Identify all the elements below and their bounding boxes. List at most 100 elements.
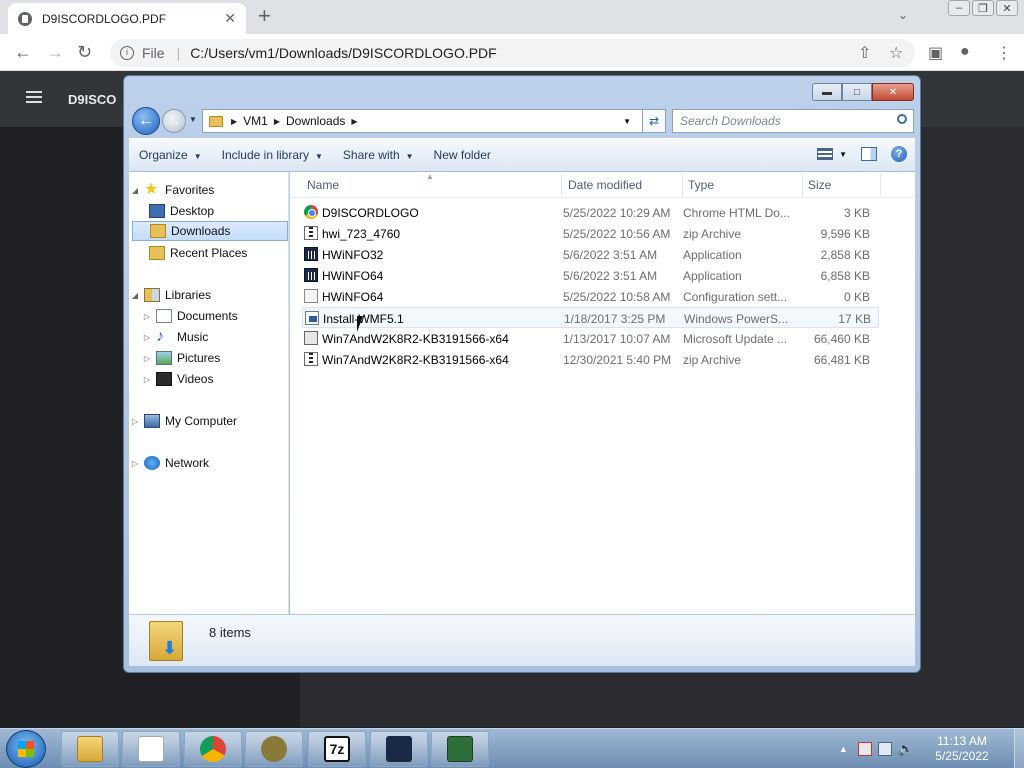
browser-tab[interactable]: D9ISCORDLOGO.PDF ✕: [8, 3, 246, 34]
file-row[interactable]: HWiNFO64 5/6/2022 3:51 AM Application 6,…: [302, 265, 879, 286]
breadcrumb-downloads[interactable]: Downloads: [286, 114, 345, 128]
organize-button[interactable]: Organize ▼: [129, 148, 212, 162]
bookmark-star-icon[interactable]: ☆: [889, 43, 903, 63]
file-row[interactable]: hwi_723_4760 5/25/2022 10:56 AM zip Arch…: [302, 223, 879, 244]
nav-downloads[interactable]: Downloads: [132, 221, 288, 241]
browser-tab-strip: D9ISCORDLOGO.PDF ✕ + ⌄ – ❐ ✕: [0, 0, 1024, 34]
explorer-maximize-button[interactable]: □: [842, 83, 872, 101]
explorer-address-bar[interactable]: ▶ VM1 ▶ Downloads ▶ ▼: [202, 109, 666, 133]
nav-pictures[interactable]: ▷ Pictures: [141, 348, 220, 368]
nav-recent-places[interactable]: Recent Places: [146, 243, 247, 263]
search-input[interactable]: Search Downloads: [672, 109, 914, 133]
breadcrumb-chevron-icon[interactable]: ▶: [231, 117, 237, 126]
file-row[interactable]: D9ISCORDLOGO 5/25/2022 10:29 AM Chrome H…: [302, 202, 879, 223]
expand-arrow-icon[interactable]: ▷: [141, 375, 153, 384]
breadcrumb-chevron-icon[interactable]: ▶: [274, 117, 280, 126]
file-row[interactable]: Win7AndW2K8R2-KB3191566-x64 12/30/2021 5…: [302, 349, 879, 370]
address-dropdown-icon[interactable]: ▼: [623, 117, 631, 126]
preview-pane-icon[interactable]: [861, 147, 877, 161]
restore-button[interactable]: ❐: [972, 0, 994, 16]
breadcrumb-vm1[interactable]: VM1: [243, 114, 268, 128]
side-panel-icon[interactable]: ▣: [928, 43, 943, 63]
network-icon: [144, 456, 160, 470]
taskbar-media-player[interactable]: [122, 731, 180, 767]
explorer-forward-button[interactable]: →: [162, 109, 186, 133]
nav-documents[interactable]: ▷ Documents: [141, 306, 238, 326]
refresh-button[interactable]: ⇄: [642, 109, 666, 133]
show-desktop-button[interactable]: [1014, 729, 1024, 768]
nav-desktop[interactable]: Desktop: [146, 201, 214, 221]
column-divider[interactable]: [561, 174, 562, 196]
collapse-arrow-icon[interactable]: ◢: [129, 291, 141, 300]
taskbar-explorer[interactable]: [61, 731, 119, 767]
include-in-library-button[interactable]: Include in library ▼: [212, 148, 333, 162]
view-dropdown-icon[interactable]: ▼: [839, 150, 847, 159]
chrome-icon: [304, 205, 318, 219]
tab-search-chevron-icon[interactable]: ⌄: [898, 8, 908, 22]
nav-favorites[interactable]: ◢ Favorites: [129, 180, 214, 200]
hamburger-menu-icon[interactable]: [26, 91, 42, 103]
nav-libraries[interactable]: ◢ Libraries: [129, 285, 211, 305]
expand-arrow-icon[interactable]: ▷: [129, 417, 141, 426]
minimize-button[interactable]: –: [948, 0, 970, 16]
taskbar-chrome[interactable]: [184, 731, 242, 767]
taskbar-7zip[interactable]: 7z: [308, 731, 366, 767]
collapse-arrow-icon[interactable]: ◢: [129, 186, 141, 195]
file-row[interactable]: HWiNFO64 5/25/2022 10:58 AM Configuratio…: [302, 286, 879, 307]
explorer-close-button[interactable]: ✕: [872, 83, 914, 101]
taskbar-hwinfo[interactable]: [370, 731, 428, 767]
nav-videos[interactable]: ▷ Videos: [141, 369, 213, 389]
show-hidden-icons-icon[interactable]: ▲: [839, 744, 848, 754]
volume-icon[interactable]: 🔈: [898, 741, 914, 757]
tab-close-icon[interactable]: ✕: [224, 10, 236, 27]
close-button[interactable]: ✕: [996, 0, 1018, 16]
column-name[interactable]: Name: [307, 178, 339, 192]
explorer-address-row: ← → ▼ ▶ VM1 ▶ Downloads ▶ ▼ ⇄ Search Dow…: [132, 107, 914, 135]
change-view-icon[interactable]: [817, 148, 834, 160]
expand-arrow-icon[interactable]: ▷: [141, 354, 153, 363]
address-bar[interactable]: i File | C:/Users/vm1/Downloads/D9ISCORD…: [110, 39, 915, 67]
info-icon[interactable]: i: [120, 46, 134, 60]
file-row-hovered[interactable]: Install-WMF5.1 1/18/2017 3:25 PM Windows…: [302, 307, 879, 328]
reload-icon[interactable]: ↻: [77, 42, 92, 62]
file-row[interactable]: HWiNFO32 5/6/2022 3:51 AM Application 2,…: [302, 244, 879, 265]
column-divider[interactable]: [802, 174, 803, 196]
column-divider[interactable]: [682, 174, 683, 196]
taskbar-monitor-app[interactable]: [431, 731, 489, 767]
breadcrumb-chevron-icon[interactable]: ▶: [351, 117, 357, 126]
network-tray-icon[interactable]: [877, 742, 892, 756]
history-dropdown-icon[interactable]: ▼: [189, 115, 197, 124]
column-date-modified[interactable]: Date modified: [568, 178, 642, 192]
expand-arrow-icon[interactable]: ▷: [129, 459, 141, 468]
file-row[interactable]: Win7AndW2K8R2-KB3191566-x64 1/13/2017 10…: [302, 328, 879, 349]
forward-arrow-icon[interactable]: →: [46, 42, 64, 62]
menu-dots-icon[interactable]: ⋮: [996, 43, 1012, 63]
new-folder-button[interactable]: New folder: [424, 148, 501, 162]
column-size[interactable]: Size: [808, 178, 831, 192]
start-button[interactable]: [6, 730, 46, 768]
nav-my-computer[interactable]: ▷ My Computer: [129, 411, 237, 431]
taskbar-turtle-app[interactable]: [245, 731, 303, 767]
favorites-star-icon: [144, 183, 160, 197]
share-with-button[interactable]: Share with ▼: [333, 148, 424, 162]
share-icon[interactable]: ⇧: [858, 43, 871, 63]
explorer-back-button[interactable]: ←: [132, 107, 160, 135]
file-type: zip Archive: [683, 353, 742, 367]
column-divider[interactable]: [880, 174, 881, 196]
expand-arrow-icon[interactable]: ▷: [141, 333, 153, 342]
explorer-minimize-button[interactable]: ▬: [812, 83, 842, 101]
expand-arrow-icon[interactable]: ▷: [141, 312, 153, 321]
search-icon[interactable]: [897, 114, 907, 124]
file-type: Configuration sett...: [683, 290, 788, 304]
nav-music[interactable]: ▷ Music: [141, 327, 208, 347]
profile-avatar-icon[interactable]: ●: [960, 43, 970, 61]
nav-label: My Computer: [165, 414, 238, 428]
action-center-flag-icon[interactable]: [857, 742, 872, 756]
nav-label: Libraries: [165, 288, 212, 302]
nav-network[interactable]: ▷ Network: [129, 453, 209, 473]
back-arrow-icon[interactable]: ←: [14, 42, 32, 62]
clock[interactable]: 11:13 AM 5/25/2022: [924, 734, 1000, 764]
column-type[interactable]: Type: [688, 178, 714, 192]
new-tab-button[interactable]: +: [258, 5, 271, 27]
help-icon[interactable]: ?: [891, 146, 907, 162]
